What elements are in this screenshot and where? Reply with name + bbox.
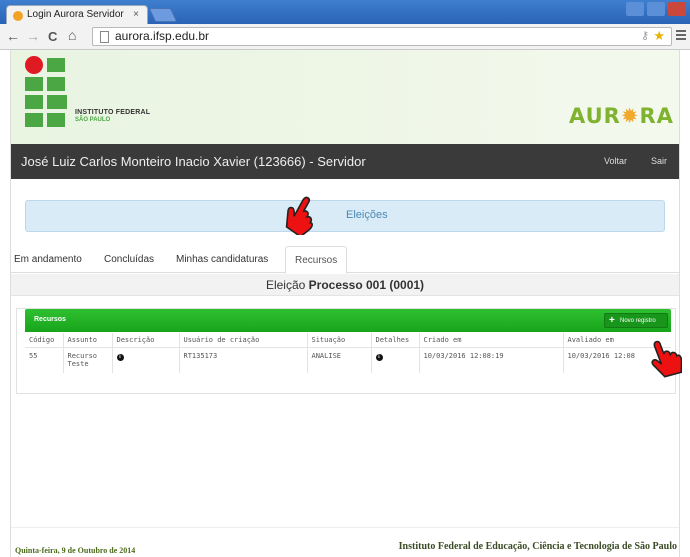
page-icon (100, 31, 109, 43)
url-text: aurora.ifsp.edu.br (115, 29, 210, 43)
header-banner: INSTITUTO FEDERAL SÃO PAULO AUR✹RA (11, 50, 679, 144)
cell-detalhes: i (371, 347, 420, 373)
col-usuario[interactable]: Usuário de criação (179, 333, 308, 348)
pointer-hand-icon (285, 196, 313, 235)
browser-titlebar: Login Aurora Servidor × (0, 0, 690, 25)
col-assunto[interactable]: Assunto (63, 333, 113, 348)
col-detalhes[interactable]: Detalhes (371, 333, 420, 348)
footer-date: Quinta-feira, 9 de Outubro de 2014 (15, 546, 136, 555)
col-criado-em[interactable]: Criado em (419, 333, 564, 348)
institute-state: SÃO PAULO (75, 117, 111, 123)
reload-icon[interactable]: C (48, 29, 57, 44)
eleicoes-title: Eleições (346, 209, 388, 221)
bookmark-star-icon[interactable]: ★ (653, 28, 665, 44)
key-icon[interactable]: ⚷ (641, 29, 649, 42)
sun-icon: ✹ (620, 104, 640, 128)
tab-bar: Em andamento Concluídas Minhas candidatu… (11, 246, 679, 274)
tab-minhas-candidaturas[interactable]: Minhas candidaturas (176, 254, 268, 265)
home-icon[interactable]: ⌂ (68, 27, 76, 43)
election-name: Processo 001 (0001) (308, 278, 425, 292)
close-window-icon[interactable] (668, 2, 686, 16)
voltar-link[interactable]: Voltar (604, 156, 627, 166)
tab-title: Login Aurora Servidor (27, 9, 124, 20)
cell-codigo: 55 (25, 347, 64, 373)
address-bar: ← → C ⌂ aurora.ifsp.edu.br ⚷ ★ (0, 24, 690, 50)
browser-tab[interactable]: Login Aurora Servidor × (6, 5, 148, 25)
institute-name: INSTITUTO FEDERAL (75, 109, 151, 116)
browser-menu-icon[interactable] (676, 30, 686, 42)
info-icon[interactable]: i (375, 353, 383, 361)
col-descricao[interactable]: Descrição (112, 333, 180, 348)
footer: Quinta-feira, 9 de Outubro de 2014 Insti… (11, 527, 679, 557)
election-title: Eleição Processo 001 (0001) (11, 274, 679, 296)
user-bar: José Luiz Carlos Monteiro Inacio Xavier … (11, 144, 679, 179)
sair-link[interactable]: Sair (651, 156, 667, 166)
cell-descricao: i (112, 347, 180, 373)
recursos-table: Código Assunto Descrição Usuário de cria… (25, 333, 671, 373)
cell-assunto: Recurso Teste (63, 347, 113, 373)
panel-title: Recursos (34, 316, 66, 323)
cell-usuario: RT135173 (179, 347, 308, 373)
tab-recursos[interactable]: Recursos (285, 246, 348, 274)
novo-registro-button[interactable]: + Novo registro (604, 313, 668, 328)
aurora-logo: AUR✹RA (569, 104, 674, 128)
back-icon[interactable]: ← (6, 28, 20, 44)
info-icon[interactable]: i (116, 353, 124, 361)
tab-close-icon[interactable]: × (133, 9, 139, 20)
tab-em-andamento[interactable]: Em andamento (14, 254, 82, 265)
plus-icon: + (609, 315, 615, 326)
col-codigo[interactable]: Código (25, 333, 64, 348)
footer-institution: Instituto Federal de Educação, Ciência e… (398, 541, 677, 552)
col-situacao[interactable]: Situação (307, 333, 372, 348)
tab-concluidas[interactable]: Concluídas (104, 254, 154, 265)
recursos-panel: Recursos + Novo registro Código Assunto … (16, 308, 676, 394)
page: INSTITUTO FEDERAL SÃO PAULO AUR✹RA José … (10, 50, 680, 557)
cell-situacao: ANALISE (307, 347, 372, 373)
window-controls (626, 2, 686, 18)
favicon-icon (13, 11, 23, 21)
new-tab-button[interactable] (148, 8, 178, 22)
eleicoes-header[interactable]: Eleições (25, 200, 665, 232)
minimize-icon[interactable] (626, 2, 644, 16)
pointer-hand-icon (651, 340, 682, 378)
user-name: José Luiz Carlos Monteiro Inacio Xavier … (21, 154, 366, 169)
main-content: Eleições Em andamento Concluídas Minhas … (11, 179, 679, 557)
url-input[interactable]: aurora.ifsp.edu.br ⚷ ★ (92, 27, 672, 46)
table-row[interactable]: 55 Recurso Teste i RT135173 ANALISE i 10… (25, 347, 671, 373)
cell-criado-em: 10/03/2016 12:08:19 (419, 347, 564, 373)
maximize-icon[interactable] (647, 2, 665, 16)
forward-icon[interactable]: → (26, 28, 40, 44)
panel-header: Recursos + Novo registro (25, 309, 671, 332)
